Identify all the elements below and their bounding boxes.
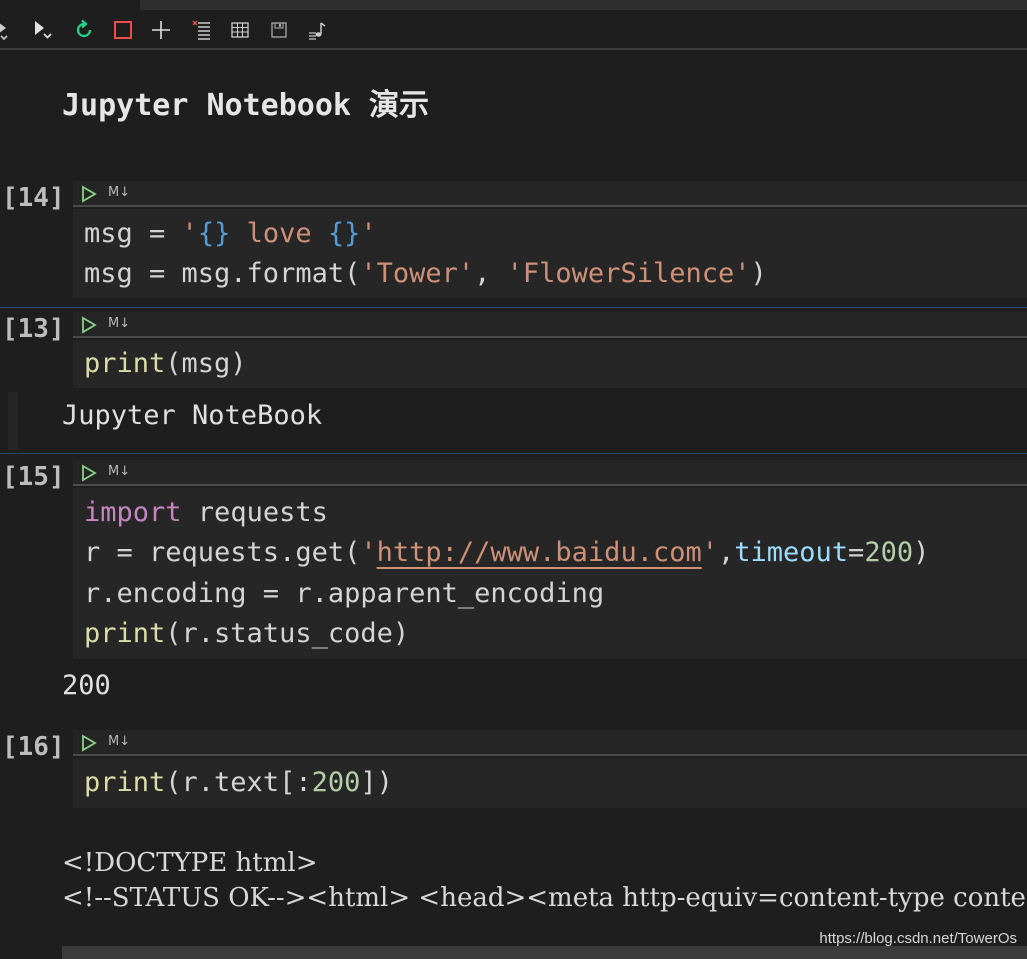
code-editor-cell-15[interactable]: import requests r = requests.get('http:/… — [73, 488, 1027, 659]
notebook-window: Jupyter Notebook 演示 [14] M↓ msg = '{} lo… — [0, 0, 1027, 959]
code-editor-cell-13[interactable]: print(msg) — [73, 340, 1027, 388]
cell-output-line: <!--STATUS OK--><html> <head><meta http-… — [62, 883, 1027, 913]
code-line: r = requests.get('http://www.baidu.com',… — [84, 537, 930, 568]
cell-output: Jupyter NoteBook — [62, 400, 323, 431]
variables-icon[interactable] — [228, 18, 252, 42]
cell-divider — [73, 484, 1027, 486]
code-editor-cell-14[interactable]: msg = '{} love {}' msg = msg.format('Tow… — [73, 209, 1027, 298]
code-editor-cell-16[interactable]: print(r.text[:200]) — [73, 758, 1027, 808]
markdown-toggle-badge[interactable]: M↓ — [108, 464, 130, 479]
cell-divider — [73, 336, 1027, 338]
markdown-toggle-badge[interactable]: M↓ — [108, 734, 130, 749]
run-above-icon[interactable] — [0, 18, 18, 42]
cell-toolbar: M↓ — [73, 312, 1027, 338]
notebook-toolbar — [0, 10, 1027, 48]
cell-focus-border — [0, 453, 1027, 454]
run-cell-icon[interactable] — [81, 316, 97, 334]
cell-toolbar: M↓ — [73, 730, 1027, 756]
cell-toolbar: M↓ — [73, 181, 1027, 207]
output-horizontal-scrollbar[interactable] — [62, 946, 1027, 959]
code-line: print(r.text[:200]) — [84, 767, 393, 798]
markdown-toggle-badge[interactable]: M↓ — [108, 316, 130, 331]
cell-output: 200 — [62, 670, 111, 701]
restart-kernel-icon[interactable] — [72, 18, 96, 42]
run-cell-icon[interactable] — [81, 185, 97, 203]
watermark: https://blog.csdn.net/TowerOs — [819, 930, 1017, 947]
code-line: print(msg) — [84, 348, 247, 379]
clear-outputs-icon[interactable] — [190, 18, 214, 42]
run-cell-icon[interactable] — [81, 734, 97, 752]
code-line: import requests — [84, 497, 328, 528]
code-line: print(r.status_code) — [84, 618, 410, 649]
execution-count-14: [14] — [2, 183, 65, 213]
code-line: msg = '{} love {}' — [84, 218, 377, 249]
code-line: msg = msg.format('Tower', 'FlowerSilence… — [84, 258, 767, 289]
cell-divider — [73, 205, 1027, 207]
run-below-icon[interactable] — [31, 18, 55, 42]
execution-count-16: [16] — [2, 732, 65, 762]
execution-count-15: [15] — [2, 462, 65, 492]
cell-focus-border — [0, 307, 1027, 308]
cell-toolbar: M↓ — [73, 460, 1027, 486]
markdown-heading: Jupyter Notebook 演示 — [62, 88, 430, 123]
code-line: r.encoding = r.apparent_encoding — [84, 578, 605, 609]
execution-count-13: [13] — [2, 314, 65, 344]
interrupt-kernel-icon[interactable] — [111, 18, 135, 42]
tab-strip — [140, 0, 1027, 10]
cell-divider — [73, 754, 1027, 756]
output-gutter — [8, 392, 18, 450]
toolbar-divider — [0, 48, 1027, 50]
export-icon[interactable] — [306, 18, 330, 42]
run-cell-icon[interactable] — [81, 464, 97, 482]
add-cell-icon[interactable] — [149, 18, 173, 42]
cell-output-line: <!DOCTYPE html> — [62, 848, 318, 878]
save-icon[interactable] — [267, 18, 291, 42]
markdown-toggle-badge[interactable]: M↓ — [108, 185, 130, 200]
